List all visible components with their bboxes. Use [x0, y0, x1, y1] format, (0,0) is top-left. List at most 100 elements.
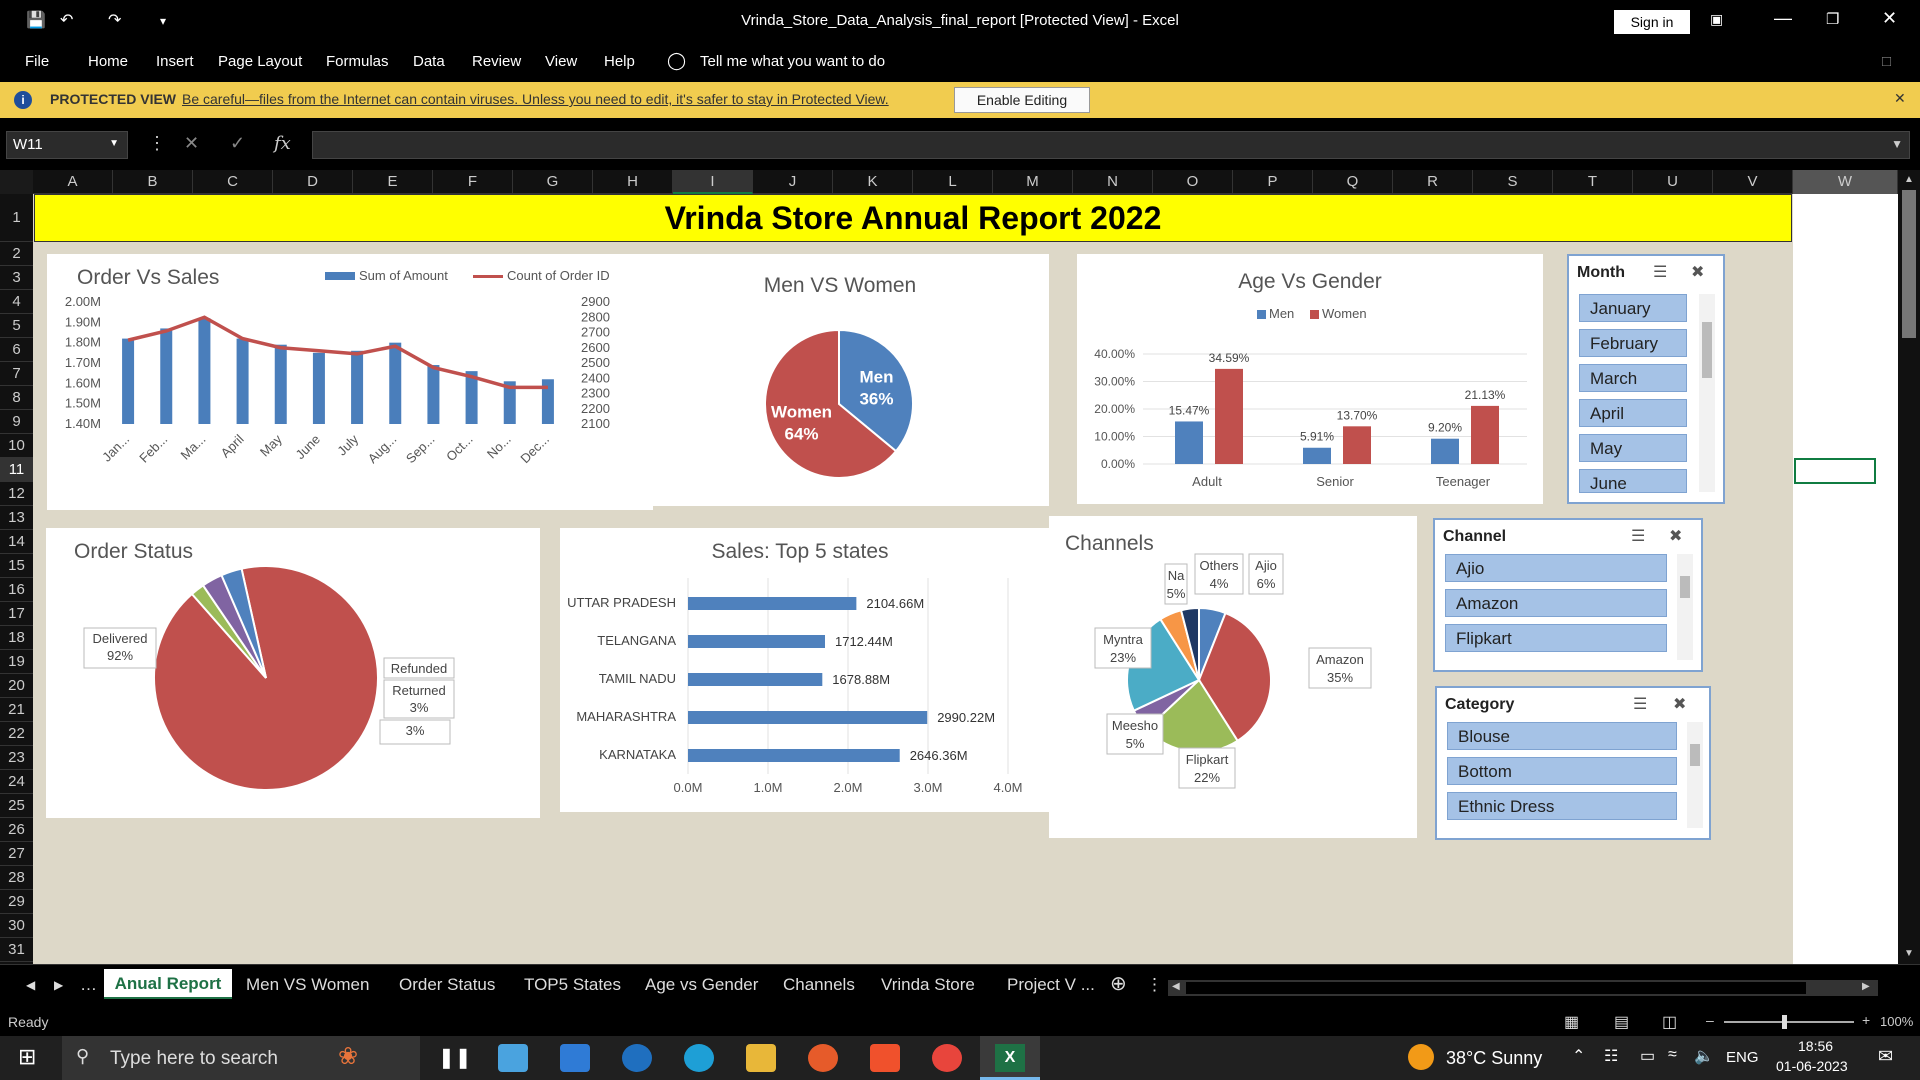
scroll-thumb[interactable] [1702, 322, 1712, 378]
next-sheet-icon[interactable]: ▶ [54, 978, 63, 992]
sheet-tab-channels[interactable]: Channels [783, 975, 855, 995]
microsoft-store-icon[interactable] [498, 1044, 528, 1072]
channel-slicer[interactable]: Channel ☰ ✖ Ajio Amazon Flipkart [1433, 518, 1703, 672]
excel-taskbar-item[interactable]: X [980, 1036, 1040, 1080]
column-header-j[interactable]: J [753, 170, 833, 194]
slicer-item-february[interactable]: February [1579, 329, 1687, 357]
column-header-q[interactable]: Q [1313, 170, 1393, 194]
column-header-h[interactable]: H [593, 170, 673, 194]
column-header-s[interactable]: S [1473, 170, 1553, 194]
row-header-11[interactable]: 11 [0, 458, 33, 482]
order-vs-sales-chart[interactable]: Order Vs Sales Sum of Amount Count of Or… [47, 254, 653, 510]
select-all-corner[interactable] [0, 170, 33, 194]
tab-data[interactable]: Data [413, 53, 445, 70]
slicer-item-june[interactable]: June [1579, 469, 1687, 493]
expand-formula-icon[interactable]: ▼ [1891, 137, 1903, 151]
selected-cell[interactable] [1794, 458, 1876, 484]
row-header-1[interactable]: 1 [0, 194, 33, 242]
task-view-icon[interactable]: ❚❚ [438, 1045, 472, 1070]
ribbon-display-icon[interactable]: ▣ [1710, 11, 1723, 28]
clear-filter-icon[interactable]: ✖ [1691, 262, 1704, 282]
scroll-thumb[interactable] [1690, 744, 1700, 766]
tab-insert[interactable]: Insert [156, 53, 194, 70]
age-vs-gender-chart[interactable]: Age Vs Gender Men Women 40.00% 30.00% 20.0… [1077, 254, 1543, 504]
edge-icon[interactable] [684, 1044, 714, 1072]
row-header-25[interactable]: 25 [0, 794, 33, 818]
normal-view-icon[interactable]: ▦ [1564, 1012, 1579, 1032]
row-header-20[interactable]: 20 [0, 674, 33, 698]
zoom-out-icon[interactable]: – [1706, 1012, 1714, 1028]
row-header-30[interactable]: 30 [0, 914, 33, 938]
column-header-e[interactable]: E [353, 170, 433, 194]
formula-input[interactable]: ▼ [312, 131, 1910, 159]
row-header-18[interactable]: 18 [0, 626, 33, 650]
restore-icon[interactable]: ❐ [1826, 10, 1839, 28]
slicer-scrollbar[interactable] [1699, 294, 1715, 492]
slicer-item-amazon[interactable]: Amazon [1445, 589, 1667, 617]
slicer-scrollbar[interactable] [1687, 722, 1703, 828]
name-box-dropdown-icon[interactable]: ▼ [109, 138, 119, 149]
windows-start-icon[interactable]: ⊞ [18, 1044, 36, 1070]
language-indicator[interactable]: ENG [1726, 1049, 1759, 1066]
enable-editing-button[interactable]: Enable Editing [954, 87, 1090, 113]
row-header-27[interactable]: 27 [0, 842, 33, 866]
scroll-thumb[interactable] [1902, 190, 1916, 338]
minimize-icon[interactable]: — [1774, 8, 1792, 29]
scroll-up-icon[interactable]: ▲ [1904, 174, 1914, 185]
notifications-icon[interactable]: ✉ [1878, 1046, 1893, 1067]
sheet-tab-top5-states[interactable]: TOP5 States [524, 975, 621, 995]
sheet-tab-men-vs-women[interactable]: Men VS Women [246, 975, 369, 995]
slicer-item-ethnic-dress[interactable]: Ethnic Dress [1447, 792, 1677, 820]
sign-in-button[interactable]: Sign in [1614, 10, 1690, 34]
column-w-cells[interactable] [1793, 194, 1898, 964]
column-header-f[interactable]: F [433, 170, 513, 194]
column-header-l[interactable]: L [913, 170, 993, 194]
row-header-2[interactable]: 2 [0, 242, 33, 266]
wifi-icon[interactable]: ≈ [1668, 1046, 1677, 1064]
row-header-13[interactable]: 13 [0, 506, 33, 530]
protected-view-message[interactable]: Be careful—files from the Internet can c… [182, 91, 889, 107]
column-header-u[interactable]: U [1633, 170, 1713, 194]
clear-filter-icon[interactable]: ✖ [1669, 526, 1682, 546]
column-header-v[interactable]: V [1713, 170, 1793, 194]
column-header-w[interactable]: W [1793, 170, 1898, 194]
row-header-15[interactable]: 15 [0, 554, 33, 578]
sheet-tab-order-status[interactable]: Order Status [399, 975, 495, 995]
page-break-view-icon[interactable]: ◫ [1662, 1012, 1677, 1032]
sheet-tab-age-vs-gender[interactable]: Age vs Gender [645, 975, 758, 995]
column-header-r[interactable]: R [1393, 170, 1473, 194]
chrome-icon[interactable] [932, 1044, 962, 1072]
clear-filter-icon[interactable]: ✖ [1673, 694, 1686, 714]
row-header-5[interactable]: 5 [0, 314, 33, 338]
tab-view[interactable]: View [545, 53, 577, 70]
row-header-22[interactable]: 22 [0, 722, 33, 746]
vertical-scrollbar[interactable]: ▲ ▼ [1898, 170, 1920, 964]
row-header-28[interactable]: 28 [0, 866, 33, 890]
clock-date[interactable]: 01-06-2023 [1776, 1058, 1848, 1074]
add-sheet-icon[interactable]: ⊕ [1110, 971, 1127, 996]
sheet-tab-anual-report[interactable]: Anual Report [104, 969, 232, 999]
slicer-item-april[interactable]: April [1579, 399, 1687, 427]
slicer-item-blouse[interactable]: Blouse [1447, 722, 1677, 750]
tell-me-search[interactable]: Tell me what you want to do [700, 53, 885, 70]
mail-icon[interactable] [560, 1044, 590, 1072]
scroll-thumb[interactable] [1680, 576, 1690, 598]
brave-icon[interactable] [870, 1044, 900, 1072]
month-slicer[interactable]: Month ☰ ✖ January February March April M… [1567, 254, 1725, 504]
tab-help[interactable]: Help [604, 53, 635, 70]
slicer-item-march[interactable]: March [1579, 364, 1687, 392]
insert-function-icon[interactable]: fx [274, 133, 291, 154]
column-header-b[interactable]: B [113, 170, 193, 194]
column-header-d[interactable]: D [273, 170, 353, 194]
row-header-23[interactable]: 23 [0, 746, 33, 770]
tab-page-layout[interactable]: Page Layout [218, 53, 302, 70]
category-slicer[interactable]: Category ☰ ✖ Blouse Bottom Ethnic Dress [1435, 686, 1711, 840]
close-icon[interactable]: ✕ [1882, 8, 1897, 29]
tab-review[interactable]: Review [472, 53, 521, 70]
close-bar-icon[interactable]: ✕ [1894, 90, 1906, 107]
network-icon[interactable]: ☷ [1604, 1046, 1618, 1066]
prev-sheet-icon[interactable]: ◀ [26, 978, 35, 992]
scroll-right-icon[interactable]: ▶ [1862, 981, 1870, 992]
top5-states-chart[interactable]: Sales: Top 5 states 0.0M 1.0M 2.0M 3.0M 4.0M… [560, 528, 1072, 812]
tab-file[interactable]: File [25, 53, 49, 70]
